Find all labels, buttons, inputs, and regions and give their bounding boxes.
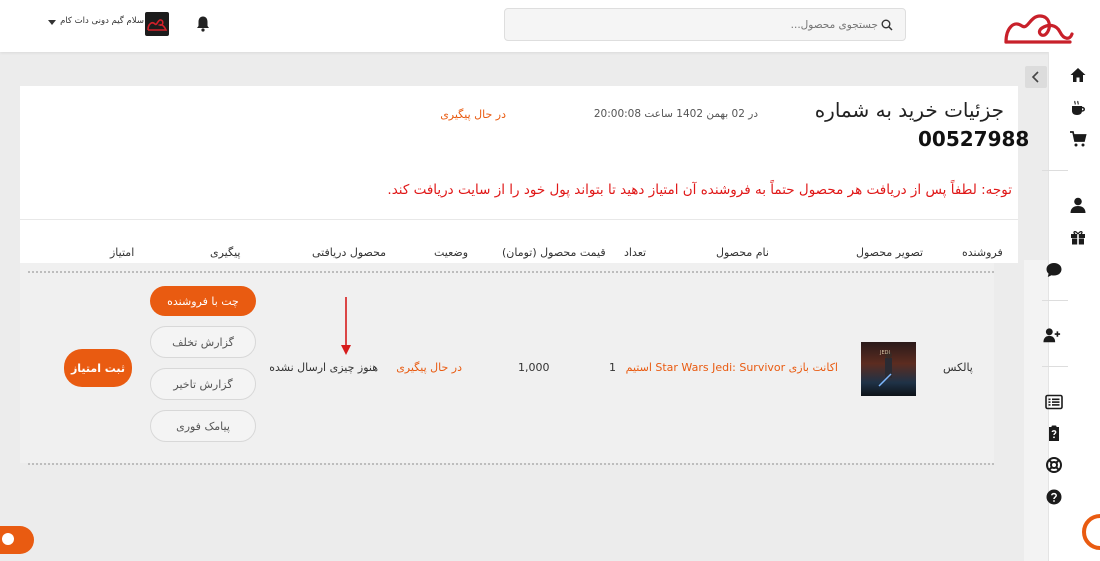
submit-rating-button[interactable]: ثبت امتیاز (64, 349, 132, 387)
floating-toggle-button[interactable] (0, 526, 34, 554)
sidebar-collapse-button[interactable] (1025, 66, 1047, 88)
lifebuoy-icon[interactable] (1045, 456, 1063, 474)
column-header-received: محصول دریافتی (312, 246, 387, 259)
product-image[interactable]: JEDI (861, 342, 916, 396)
chevron-down-icon[interactable] (48, 20, 56, 25)
quantity-value: 1 (609, 361, 616, 374)
chat-icon[interactable] (1045, 261, 1063, 279)
seller-name[interactable]: پالکس (943, 361, 973, 374)
svg-text:JEDI: JEDI (879, 350, 890, 356)
column-header-product: نام محصول (716, 246, 769, 259)
order-date: در 02 بهمن 1402 ساعت 20:00:08 (593, 108, 758, 120)
search-input[interactable] (505, 18, 878, 31)
status-badge: در حال پیگیری (396, 361, 462, 374)
search-box[interactable] (504, 8, 906, 41)
avatar-logo-icon (147, 19, 168, 31)
annotation-arrow-icon (341, 297, 351, 355)
chevron-left-icon (1031, 71, 1039, 83)
product-name-link[interactable]: اکانت بازی Star Wars Jedi: Survivor استی… (626, 361, 838, 374)
bell-icon[interactable] (195, 15, 211, 32)
page-title: جزئیات خرید به شماره (814, 98, 1004, 122)
search-icon (881, 19, 893, 31)
divider (20, 219, 1018, 220)
site-logo[interactable] (1000, 8, 1076, 48)
row-divider-bottom (28, 463, 994, 465)
price-value: 1,000 (518, 361, 550, 374)
report-delay-button[interactable]: گزارش تاخیر (150, 368, 256, 400)
report-violation-button[interactable]: گزارش تخلف (150, 326, 256, 358)
urgent-sms-button[interactable]: پیامک فوری (150, 410, 256, 442)
user-greeting[interactable]: سلام گیم دونی دات کام (60, 16, 144, 26)
column-header-price: قیمت محصول (تومان) (502, 246, 606, 259)
cart-icon[interactable] (1069, 130, 1087, 148)
column-header-tracking: پیگیری (210, 246, 241, 259)
column-header-quantity: تعداد (624, 246, 647, 259)
top-header: سلام گیم دونی دات کام (0, 0, 1100, 52)
chat-with-seller-button[interactable]: چت با فروشنده (150, 286, 256, 316)
add-user-icon[interactable] (1043, 326, 1061, 344)
column-header-image: تصویر محصول (856, 246, 924, 259)
coffee-icon[interactable] (1069, 99, 1087, 117)
column-header-seller: فروشنده (962, 246, 1003, 259)
row-divider-top (28, 271, 994, 273)
column-header-rating: امتیاز (110, 246, 135, 259)
order-number: 00527988 (918, 127, 1030, 151)
gift-icon[interactable] (1069, 228, 1087, 246)
column-header-status: وضعیت (434, 246, 469, 259)
clipboard-question-icon[interactable] (1045, 424, 1063, 442)
order-status: در حال پیگیری (440, 108, 506, 121)
home-icon[interactable] (1069, 66, 1087, 84)
user-icon[interactable] (1069, 196, 1087, 214)
list-icon[interactable] (1045, 393, 1063, 411)
help-icon[interactable] (1045, 488, 1063, 506)
avatar[interactable] (145, 12, 169, 36)
sidebar (1048, 52, 1100, 561)
received-product-value: هنوز چیزی ارسال نشده (269, 361, 378, 374)
notice-text: توجه: لطفاً پس از دریافت هر محصول حتماً … (387, 182, 1012, 198)
